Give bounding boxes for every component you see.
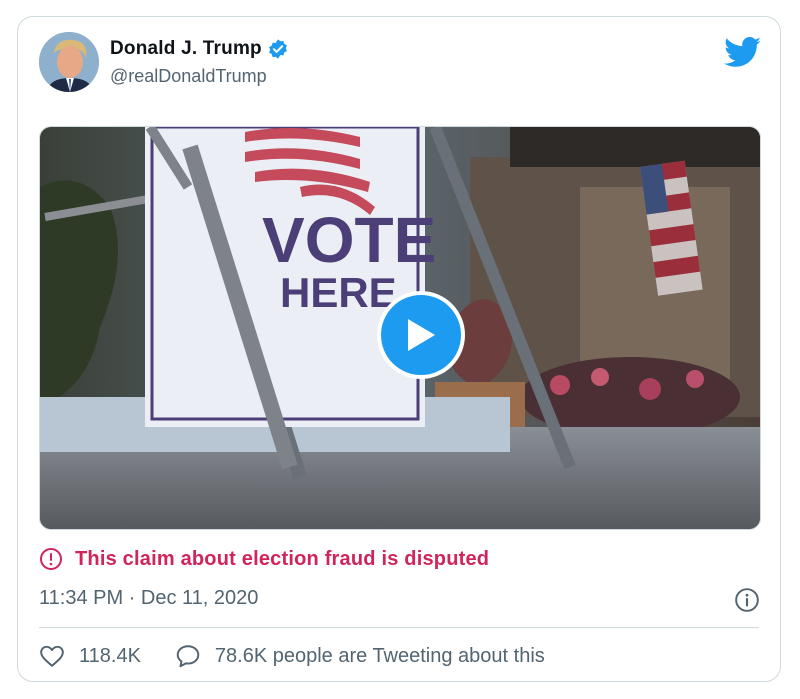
warning-text[interactable]: This claim about election fraud is dispu… [75,548,489,571]
tweet-actions: 118.4K 78.6K people are Tweeting about t… [39,643,545,669]
like-count: 118.4K [79,644,141,667]
tweet-timestamp[interactable]: 11:34 PM · Dec 11, 2020 [39,587,258,610]
heart-icon [40,645,64,667]
verified-badge-icon [267,38,289,60]
author-avatar[interactable] [39,32,99,92]
exclamation-circle-icon [40,548,62,570]
tweeting-about-text: 78.6K people are Tweeting about this [214,644,545,667]
conversation-button[interactable]: 78.6K people are Tweeting about this [175,643,545,669]
author-handle[interactable]: @realDonaldTrump [110,66,267,87]
divider [39,627,759,628]
like-button[interactable]: 118.4K [39,643,141,669]
twitter-bird-icon[interactable] [724,37,762,68]
author-name-row[interactable]: Donald J. Trump [110,38,289,60]
speech-bubble-icon [176,645,200,668]
tweet-card[interactable]: Donald J. Trump @realDonaldTrump VOTE HE… [17,16,781,682]
disputed-claim-warning[interactable]: This claim about election fraud is dispu… [39,547,489,571]
video-media[interactable]: VOTE HERE [39,126,761,530]
play-button[interactable] [377,291,465,379]
sign-vote-text: VOTE [262,204,436,276]
author-name[interactable]: Donald J. Trump [110,38,262,60]
info-icon[interactable] [734,587,760,613]
play-icon [408,319,435,351]
sign-here-text: HERE [280,269,397,316]
